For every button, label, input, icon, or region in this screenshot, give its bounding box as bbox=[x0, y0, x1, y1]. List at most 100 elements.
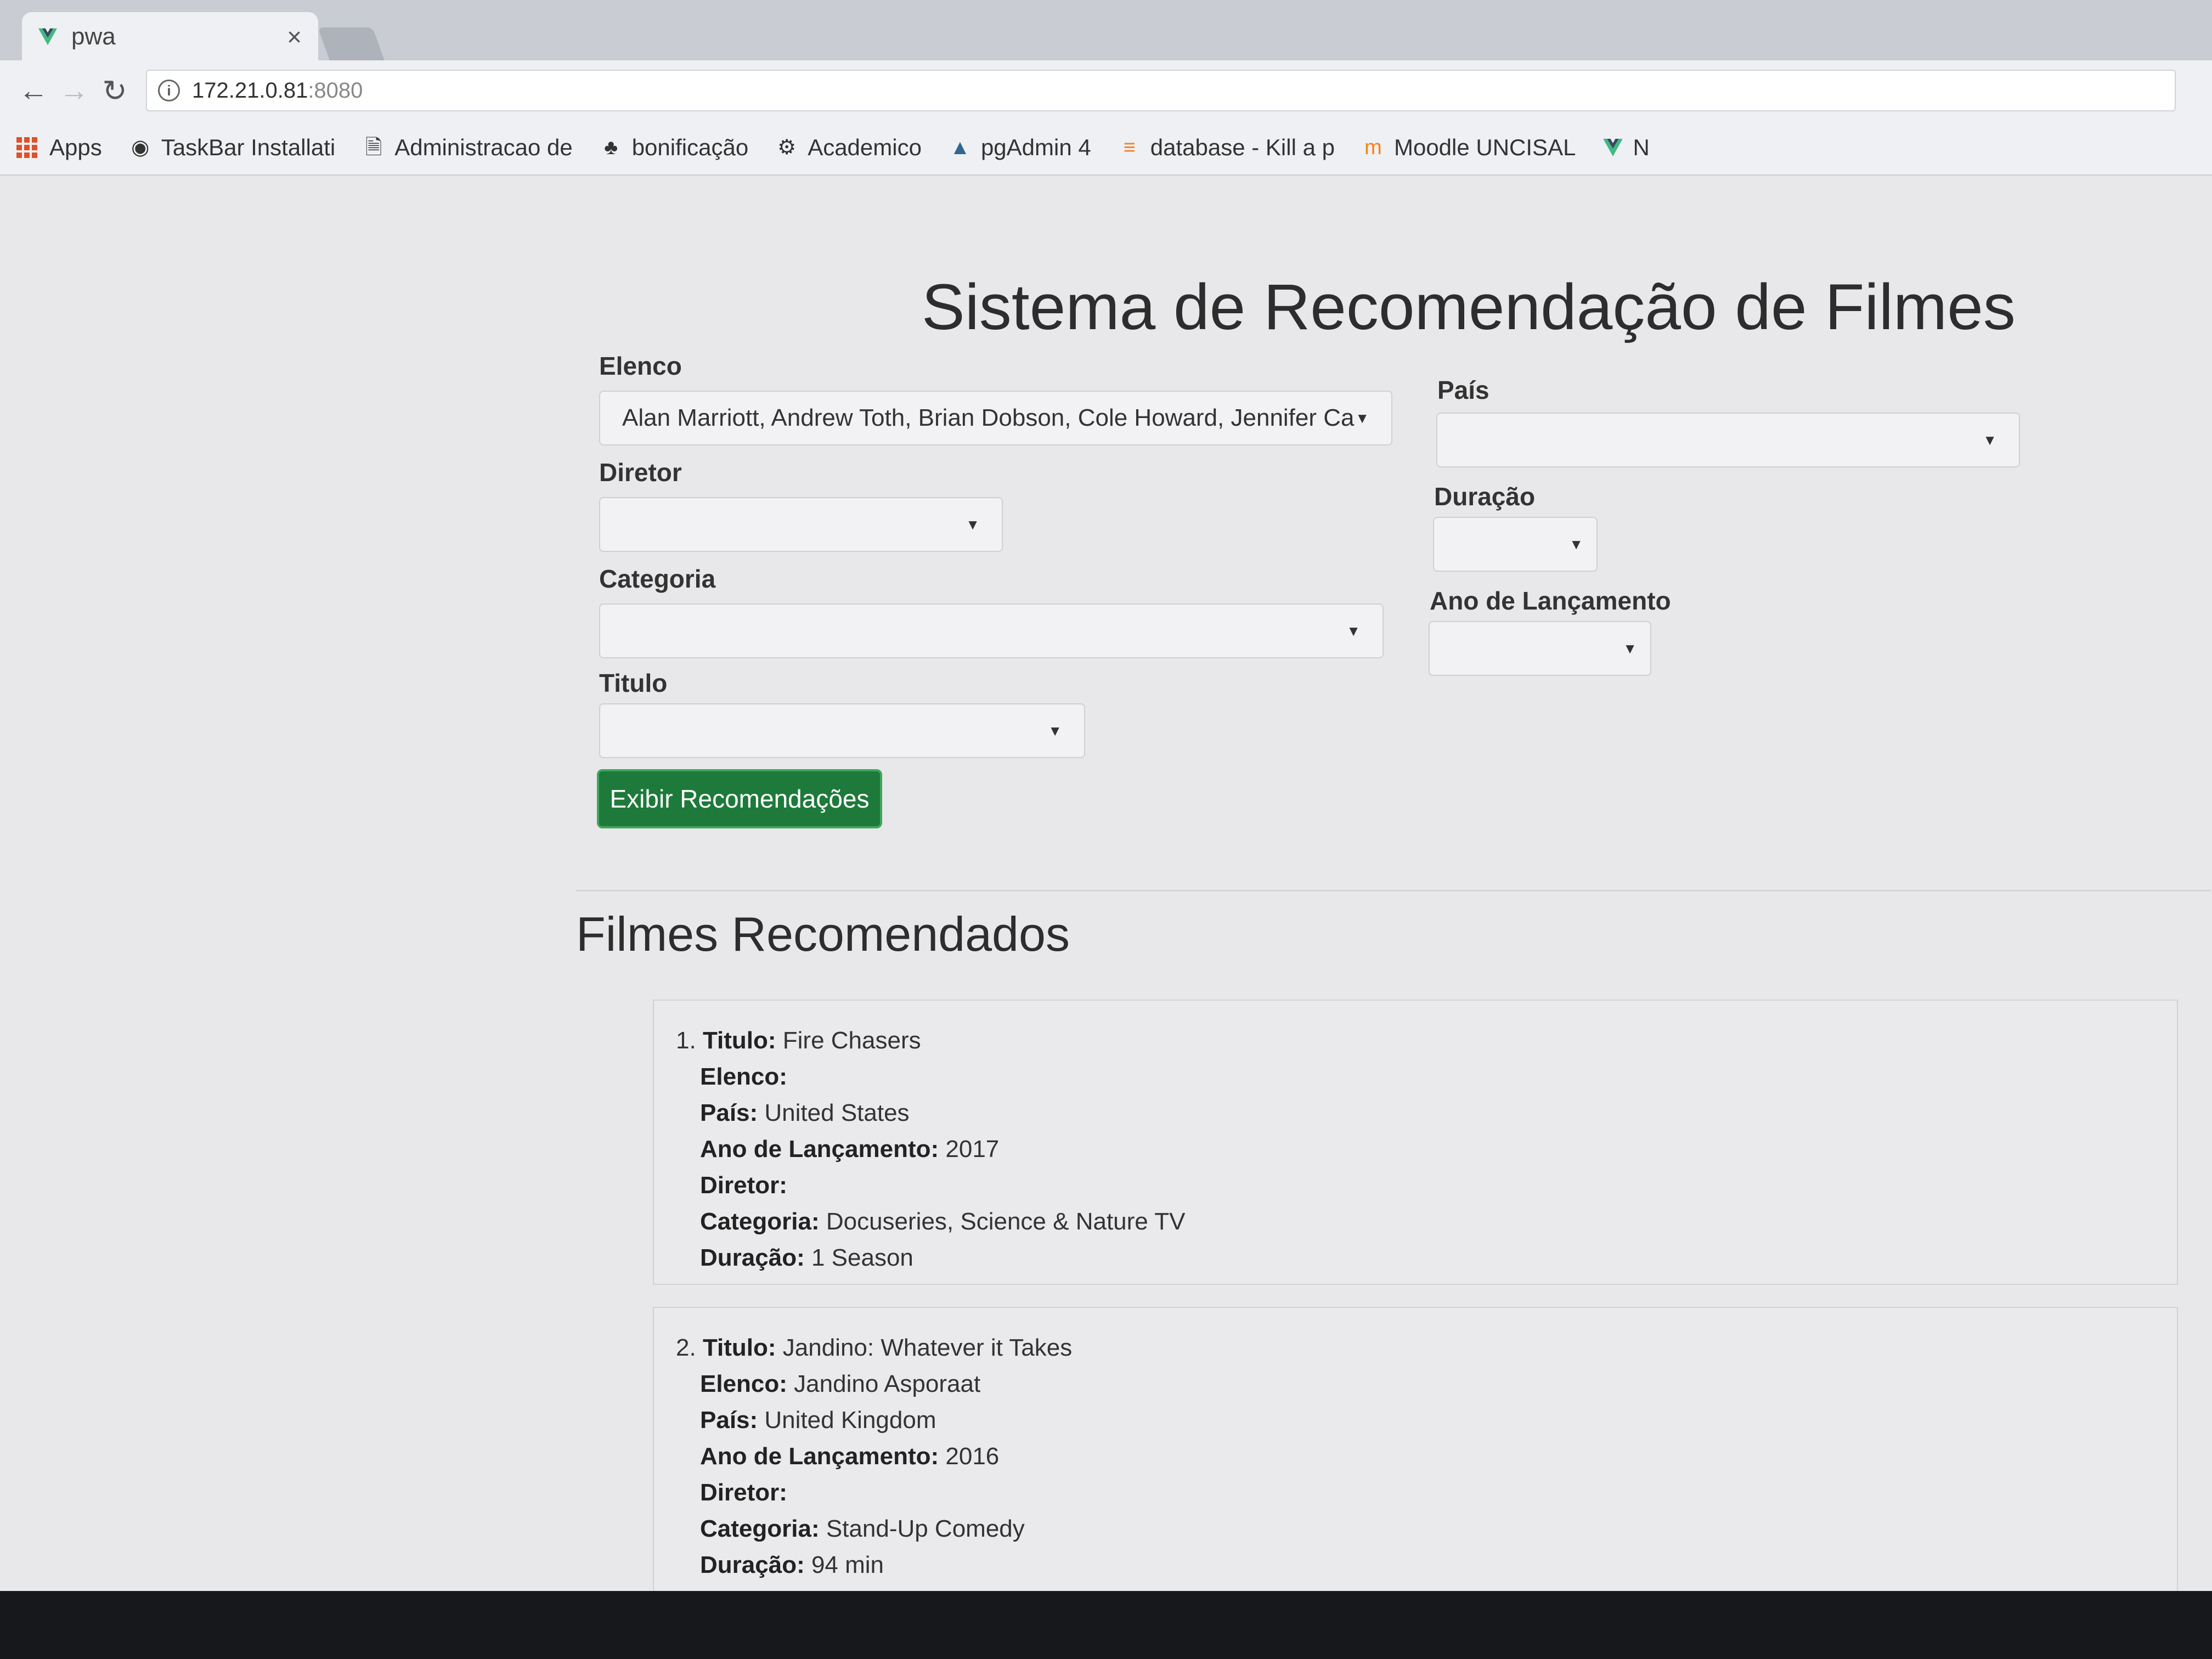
url-host: 172.21.0.81 bbox=[192, 78, 308, 103]
bookmark-vue[interactable]: N bbox=[1603, 134, 1650, 161]
field-label: País: bbox=[700, 1099, 758, 1126]
bookmark-label: Moodle UNCISAL bbox=[1393, 134, 1576, 160]
field-label: Ano de Lançamento: bbox=[700, 1136, 939, 1163]
result-pais-row: País: United States bbox=[676, 1095, 2177, 1131]
monitor-screen: pwa × ← → ↻ i 172.21.0.81:8080 Apps ◉ Ta… bbox=[0, 0, 2212, 1591]
url-text: 172.21.0.81:8080 bbox=[192, 78, 363, 103]
chevron-down-icon: ▼ bbox=[1346, 622, 1361, 639]
browser-toolbar: ← → ↻ i 172.21.0.81:8080 bbox=[0, 60, 2212, 121]
result-elenco-row: Elenco: Jandino Asporaat bbox=[676, 1366, 2177, 1402]
browser-tab[interactable]: pwa × bbox=[22, 12, 318, 61]
elenco-value: Alan Marriott, Andrew Toth, Brian Dobson… bbox=[622, 404, 1356, 431]
apps-grid-icon bbox=[16, 137, 37, 158]
bookmark-label: Apps bbox=[49, 134, 102, 160]
field-label: Elenco: bbox=[700, 1370, 787, 1397]
titulo-select[interactable]: ▼ bbox=[599, 703, 1085, 758]
field-label: Categoria: bbox=[700, 1515, 820, 1542]
bookmark-bonificacao[interactable]: ♣ bonificação bbox=[600, 134, 748, 161]
bookmarks-bar: Apps ◉ TaskBar Installati 🗎 Administraca… bbox=[0, 121, 2212, 176]
result-categoria: Docuseries, Science & Nature TV bbox=[826, 1208, 1186, 1235]
bookmark-label: pgAdmin 4 bbox=[980, 134, 1091, 160]
result-number: 2. bbox=[676, 1334, 696, 1361]
bookmark-pgadmin[interactable]: ▲ pgAdmin 4 bbox=[949, 134, 1091, 161]
duracao-select[interactable]: ▼ bbox=[1433, 517, 1598, 572]
tab-title: pwa bbox=[71, 23, 116, 50]
result-diretor-row: Diretor: bbox=[676, 1475, 2177, 1511]
url-port: :8080 bbox=[308, 78, 363, 103]
result-ano: 2017 bbox=[945, 1136, 1000, 1163]
field-label: Diretor: bbox=[700, 1479, 787, 1506]
result-ano-row: Ano de Lançamento: 2017 bbox=[676, 1131, 2177, 1167]
result-categoria: Stand-Up Comedy bbox=[826, 1515, 1025, 1542]
address-bar[interactable]: i 172.21.0.81:8080 bbox=[146, 70, 2176, 111]
result-ano: 2016 bbox=[945, 1443, 1000, 1470]
info-icon[interactable]: i bbox=[158, 80, 180, 101]
field-label: Titulo: bbox=[702, 1027, 776, 1054]
result-duracao-row: Duração: 94 min bbox=[676, 1547, 2177, 1583]
result-title-row: 1. Titulo: Fire Chasers bbox=[676, 1023, 2177, 1059]
result-duracao: 94 min bbox=[811, 1551, 884, 1578]
close-tab-icon[interactable]: × bbox=[287, 22, 302, 52]
show-recommendations-button[interactable]: Exibir Recomendações bbox=[597, 769, 882, 828]
bookmark-administracao[interactable]: 🗎 Administracao de bbox=[363, 134, 573, 161]
bonus-icon: ♣ bbox=[604, 136, 618, 159]
result-categoria-row: Categoria: Docuseries, Science & Nature … bbox=[676, 1204, 2177, 1240]
result-elenco: Jandino Asporaat bbox=[794, 1370, 981, 1397]
result-card: 1. Titulo: Fire Chasers Elenco: País: Un… bbox=[653, 1000, 2178, 1285]
result-duracao: 1 Season bbox=[811, 1244, 913, 1271]
bookmark-label: Administracao de bbox=[394, 134, 573, 160]
page-content: Sistema de Recomendação de Filmes Elenco… bbox=[0, 177, 2212, 1591]
chevron-down-icon: ▼ bbox=[1048, 722, 1062, 739]
elephant-icon: ▲ bbox=[950, 136, 970, 159]
elenco-select[interactable]: Alan Marriott, Andrew Toth, Brian Dobson… bbox=[599, 391, 1392, 445]
bookmark-database[interactable]: ≡ database - Kill a p bbox=[1119, 134, 1335, 161]
result-ano-row: Ano de Lançamento: 2016 bbox=[676, 1438, 2177, 1475]
bookmark-apps[interactable]: Apps bbox=[16, 134, 102, 161]
result-title-row: 2. Titulo: Jandino: Whatever it Takes bbox=[676, 1330, 2177, 1366]
bookmark-moodle[interactable]: m Moodle UNCISAL bbox=[1362, 134, 1576, 161]
bookmark-label: database - Kill a p bbox=[1150, 134, 1335, 160]
page-icon: 🗎 bbox=[365, 136, 382, 159]
result-titulo: Fire Chasers bbox=[782, 1027, 921, 1054]
academico-icon: ⚙ bbox=[777, 136, 797, 159]
field-label: Categoria: bbox=[700, 1208, 820, 1235]
bookmark-label: N bbox=[1633, 134, 1650, 160]
titulo-label: Titulo bbox=[599, 669, 668, 697]
bookmark-label: TaskBar Installati bbox=[161, 134, 336, 160]
result-pais: United States bbox=[764, 1099, 910, 1126]
diretor-select[interactable]: ▼ bbox=[599, 497, 1003, 552]
back-arrow-icon[interactable]: ← bbox=[13, 74, 54, 108]
monitor-bezel bbox=[0, 1591, 2212, 1659]
bookmark-taskbar[interactable]: ◉ TaskBar Installati bbox=[129, 134, 335, 161]
pais-select[interactable]: ▼ bbox=[1436, 413, 2020, 467]
moodle-icon: m bbox=[1364, 136, 1382, 159]
categoria-label: Categoria bbox=[599, 565, 716, 593]
bookmark-label: Academico bbox=[808, 134, 922, 160]
chevron-down-icon: ▼ bbox=[1569, 535, 1583, 552]
page-title: Sistema de Recomendação de Filmes bbox=[922, 271, 2016, 343]
result-categoria-row: Categoria: Stand-Up Comedy bbox=[676, 1511, 2177, 1547]
chevron-down-icon: ▼ bbox=[966, 516, 980, 533]
result-number: 1. bbox=[676, 1027, 696, 1054]
field-label: Titulo: bbox=[702, 1334, 776, 1361]
tab-strip: pwa × bbox=[0, 0, 2212, 61]
new-tab-button[interactable] bbox=[318, 27, 385, 60]
reload-icon[interactable]: ↻ bbox=[94, 74, 135, 108]
vue-logo-icon bbox=[1603, 139, 1623, 156]
chevron-down-icon: ▼ bbox=[1983, 431, 1997, 448]
bookmark-academico[interactable]: ⚙ Academico bbox=[776, 134, 922, 161]
forward-arrow-icon[interactable]: → bbox=[54, 74, 94, 108]
result-titulo: Jandino: Whatever it Takes bbox=[782, 1334, 1073, 1361]
pais-label: País bbox=[1437, 376, 1489, 404]
field-label: Duração: bbox=[700, 1244, 805, 1271]
result-diretor-row: Diretor: bbox=[676, 1167, 2177, 1204]
duracao-label: Duração bbox=[1434, 482, 1536, 511]
elenco-label: Elenco bbox=[599, 352, 682, 380]
result-pais-row: País: United Kingdom bbox=[676, 1402, 2177, 1438]
result-card: 2. Titulo: Jandino: Whatever it Takes El… bbox=[653, 1307, 2178, 1591]
stackoverflow-icon: ≡ bbox=[1123, 136, 1136, 159]
ano-select[interactable]: ▼ bbox=[1429, 621, 1651, 676]
bookmark-label: bonificação bbox=[631, 134, 749, 160]
chevron-down-icon: ▼ bbox=[1355, 409, 1369, 426]
categoria-select[interactable]: ▼ bbox=[599, 603, 1384, 658]
